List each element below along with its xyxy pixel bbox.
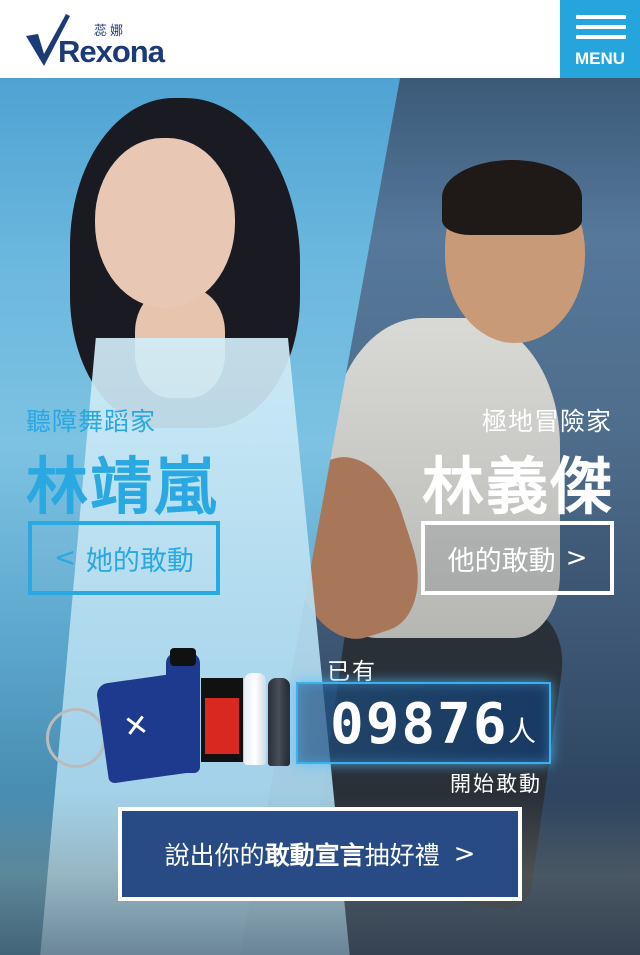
menu-bar-icon — [576, 35, 626, 39]
menu-bar-icon — [576, 25, 626, 29]
chevron-right-icon: > — [453, 839, 476, 869]
earphones-icon — [46, 708, 106, 768]
cta-text-before: 說出你的 — [164, 841, 265, 870]
runner-hair-figure — [442, 160, 582, 235]
his-story-button-label: 他的敢動 — [447, 545, 556, 577]
rexona-logo[interactable]: 蕊娜 Rexona — [24, 12, 174, 70]
his-story-button[interactable]: 他的敢動 > — [421, 521, 614, 595]
logo-english-text: Rexona — [58, 34, 165, 69]
menu-label: MENU — [574, 49, 626, 68]
prize-products-image: ✕ — [46, 648, 296, 788]
menu-button[interactable]: MENU — [560, 0, 640, 78]
red-wristband-icon — [205, 698, 239, 754]
right-profile-name: 林義傑 — [421, 450, 614, 523]
right-profile-subtitle: 極地冒險家 — [481, 407, 612, 436]
counter-unit: 人 — [508, 715, 537, 748]
cta-text-bold: 敢動宣言 — [264, 841, 365, 870]
brand-mark-icon: ✕ — [121, 707, 152, 746]
cta-text-after: 抽好禮 — [364, 841, 440, 870]
left-profile-name: 林靖嵐 — [26, 450, 219, 523]
counter-prefix: 已有 — [327, 659, 377, 685]
counter-value: 09876 — [330, 692, 509, 757]
dancer-face-figure — [95, 138, 235, 308]
left-profile-subtitle: 聽障舞蹈家 — [26, 407, 157, 436]
bottle-cap-icon — [170, 648, 196, 666]
menu-bar-icon — [576, 15, 626, 19]
water-bottle-icon — [166, 653, 200, 773]
chevron-right-icon: > — [565, 543, 588, 573]
header-bar: 蕊娜 Rexona MENU — [0, 0, 640, 78]
her-story-button-label: 她的敢動 — [85, 545, 194, 577]
chevron-left-icon: < — [54, 543, 76, 573]
her-story-button[interactable]: < 她的敢動 — [28, 521, 220, 595]
hero-section: 聽障舞蹈家 林靖嵐 < 她的敢動 極地冒險家 林義傑 他的敢動 > ✕ 已有 0… — [0, 78, 640, 955]
participant-counter: 09876 人 — [296, 682, 551, 764]
start-label: 開始敢動 — [450, 772, 542, 796]
declaration-cta-button[interactable]: 說出你的 敢動宣言 抽好禮 > — [118, 807, 522, 901]
deodorant-white-icon — [244, 673, 266, 765]
deodorant-black-icon — [268, 678, 290, 766]
